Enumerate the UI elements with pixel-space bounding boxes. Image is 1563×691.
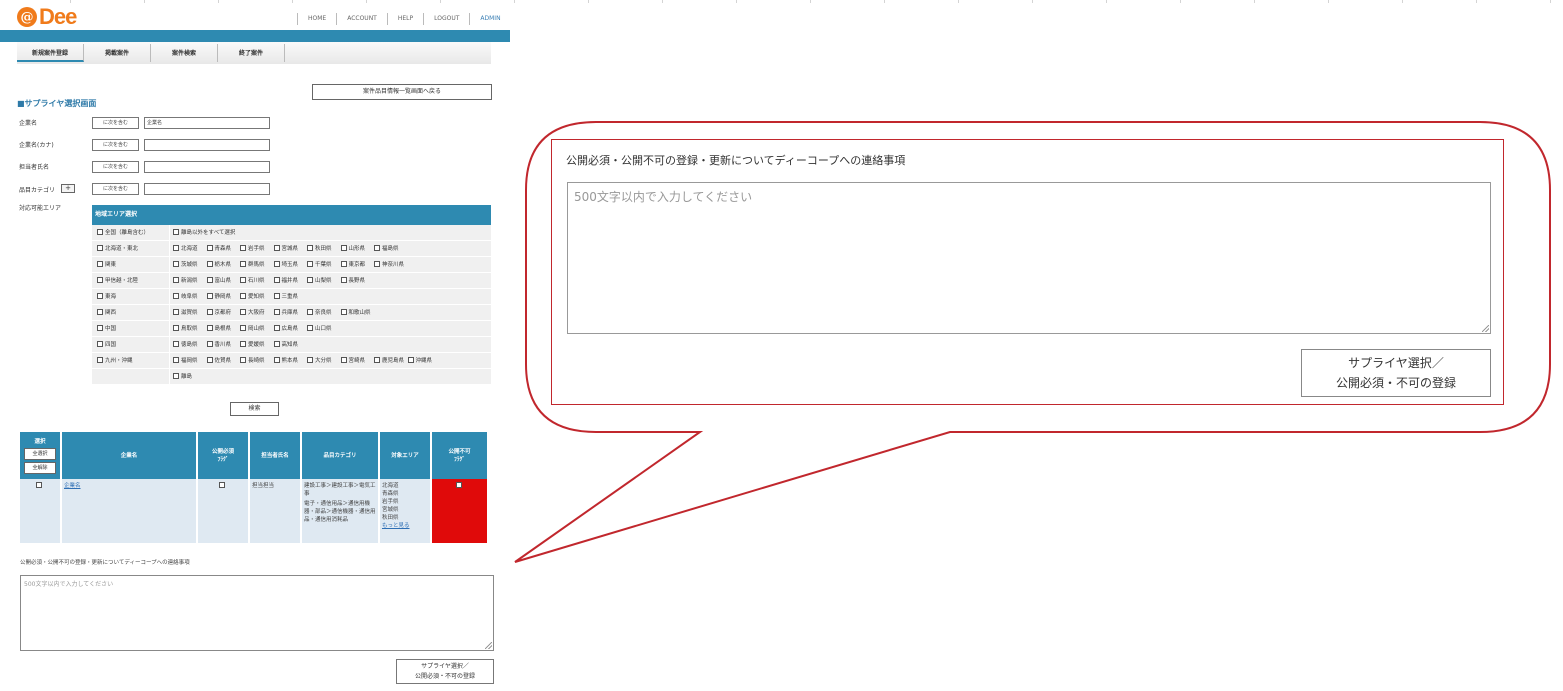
zoom-register-button-line-2: 公開必須・不可の登録	[1335, 376, 1456, 390]
zoom-resize-grip[interactable]	[1482, 325, 1489, 332]
zoom-contact-textarea[interactable]: 500文字以内で入力してください	[567, 182, 1491, 334]
zoom-contact-label: 公開必須・公開不可の登録・更新についてディーコープへの連絡事項	[566, 154, 906, 167]
zoom-register-button-line-1: サプライヤ選択／	[1348, 356, 1444, 370]
zoom-contact-placeholder: 500文字以内で入力してください	[574, 190, 753, 204]
zoom-register-button[interactable]: サプライヤ選択／ 公開必須・不可の登録	[1301, 349, 1491, 397]
